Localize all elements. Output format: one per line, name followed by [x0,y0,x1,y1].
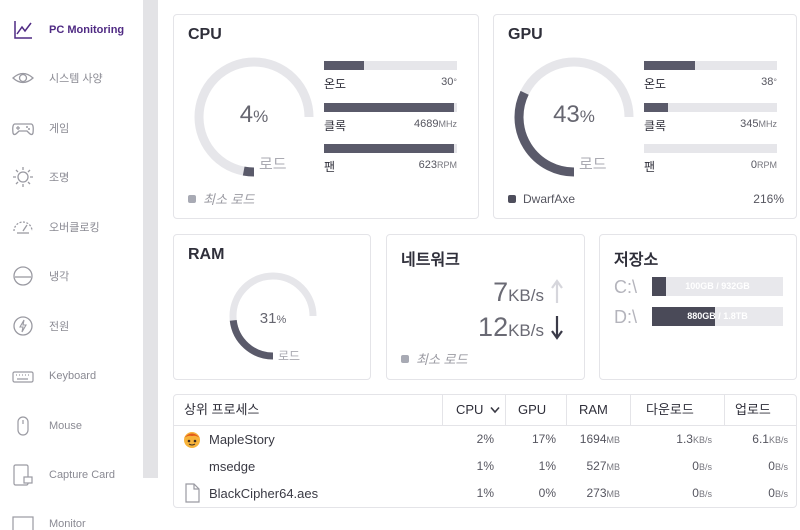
process-ram: 273MB [586,486,620,500]
process-upload: 0B/s [768,459,788,473]
sidebar-item-mouse[interactable]: Mouse [0,406,143,446]
cpu-load-value: 4% [239,101,269,128]
network-legend: 최소 로드 [401,349,467,368]
power-icon [11,314,35,338]
process-ram: 1694MB [579,432,620,446]
drive-d-usage-bar: 880GB / 1.8TB [652,307,783,326]
chevron-down-icon [490,406,500,414]
cpu-legend: 최소 로드 [188,189,254,208]
sidebar-item-keyboard[interactable]: Keyboard [0,356,143,396]
sidebar-item-label: Keyboard [49,370,97,382]
legend-dot [188,194,196,203]
storage-card: 저장소 C:\ 100GB / 932GB D:\ 880GB / 1.8TB [599,234,797,380]
sidebar-item-overclocking[interactable]: 오버클로킹 [0,207,143,247]
cpu-card: CPU 4% 로드 온도 30° 클록 4689MHz 팬 623RPM 최소 … [173,14,479,219]
process-download: 1.3KB/s [676,432,712,446]
process-cpu: 1% [476,486,494,500]
cooling-icon [11,264,35,288]
process-gpu: 17% [531,432,556,446]
mouse-icon [11,414,35,438]
network-title: 네트워크 [401,252,460,269]
ram-load-value: 31% [259,310,287,327]
gamepad-icon [11,116,35,140]
process-gpu: 1% [538,459,556,473]
sidebar-item-lighting[interactable]: 조명 [0,157,143,197]
keyboard-icon [11,364,35,388]
process-ram: 527MB [586,459,620,473]
sidebar-item-label: 전원 [49,321,70,333]
process-name: BlackCipher64.aes [209,486,319,501]
gpu-title: GPU [508,26,543,43]
process-upload: 6.1KB/s [752,432,788,446]
chart-line-icon [11,18,35,42]
process-download: 0B/s [692,486,712,500]
process-name: msedge [209,459,256,474]
gpu-load-value: 43% [553,101,595,128]
ram-load-label: 로드 [278,349,301,363]
gpu-load-label: 로드 [579,156,607,173]
ram-card: RAM 31% 로드 [173,234,371,380]
gpu-legend-value: 216% [753,192,784,206]
sidebar-item-label: 게임 [49,123,70,135]
drive-letter-d: D:\ [614,307,638,327]
table-row[interactable]: MapleStory 2% 17% 1694MB 1.3KB/s 6.1KB/s [174,426,796,453]
cpu-load-label: 로드 [259,156,287,173]
sidebar-item-capture-card[interactable]: Capture Card [0,455,143,495]
storage-title: 저장소 [614,252,659,269]
header-ram[interactable]: RAM [579,395,608,425]
network-card: 네트워크 7KB/s 12KB/s 최소 로드 [386,234,585,380]
process-cpu: 2% [476,432,494,446]
sidebar-item-label: 냉각 [49,271,70,283]
eye-icon [11,66,35,90]
download-arrow-icon [551,316,563,340]
capture-card-icon [11,463,35,487]
sidebar-item-label: PC Monitoring [49,24,125,36]
speedometer-icon [11,215,35,239]
sidebar-item-power[interactable]: 전원 [0,306,143,346]
upload-arrow-icon [551,279,563,303]
sidebar-item-game[interactable]: 게임 [0,108,143,148]
sidebar-item-monitor[interactable]: Monitor [0,504,143,530]
drive-c-usage-bar: 100GB / 932GB [652,277,783,296]
process-download: 0B/s [692,459,712,473]
header-cpu[interactable]: CPU [456,395,500,425]
drive-letter-c: C:\ [614,277,638,297]
cpu-title: CPU [188,26,222,43]
legend-dot [401,354,409,363]
process-gpu: 0% [538,486,556,500]
sidebar-item-system-specs[interactable]: 시스템 사양 [0,58,143,98]
sidebar-item-cooling[interactable]: 냉각 [0,256,143,296]
header-download[interactable]: 다운로드 [646,395,694,425]
network-download-rate: 12KB/s [478,312,544,342]
sidebar-item-label: Mouse [49,420,83,432]
sidebar: PC Monitoring 시스템 사양 게임 조명 오버클로킹 냉각 전원 K… [0,0,143,530]
gauge-fill [242,166,255,177]
sidebar-item-label: 조명 [49,172,70,184]
sidebar-scrollbar[interactable] [143,0,158,478]
legend-dot [508,195,516,203]
header-gpu[interactable]: GPU [518,395,546,425]
table-row[interactable]: BlackCipher64.aes 1% 0% 273MB 0B/s 0B/s [174,480,796,507]
sidebar-item-label: 시스템 사양 [49,73,103,85]
header-upload[interactable]: 업로드 [735,395,771,425]
monitor-icon [11,512,35,530]
header-process-name[interactable]: 상위 프로세스 [184,395,259,425]
table-row[interactable]: msedge 1% 1% 527MB 0B/s 0B/s [174,453,796,480]
file-icon [185,483,200,503]
gpu-legend: DwarfAxe [508,192,575,206]
process-name: MapleStory [209,432,275,447]
sun-icon [11,165,35,189]
sidebar-item-label: Capture Card [49,469,116,481]
sidebar-item-label: Monitor [49,518,86,530]
process-upload: 0B/s [768,486,788,500]
gpu-card: GPU 43% 로드 온도 38° 클록 345MHz 팬 0RPM Dwarf… [493,14,797,219]
sidebar-item-label: 오버클로킹 [49,222,100,234]
process-cpu: 1% [476,459,494,473]
network-upload-rate: 7KB/s [493,277,544,307]
sidebar-item-pc-monitoring[interactable]: PC Monitoring [0,10,143,50]
maplestory-app-icon [184,432,200,448]
ram-title: RAM [188,246,225,263]
top-processes-table: 상위 프로세스 CPU GPU RAM 다운로드 업로드 MapleStory … [173,394,797,508]
